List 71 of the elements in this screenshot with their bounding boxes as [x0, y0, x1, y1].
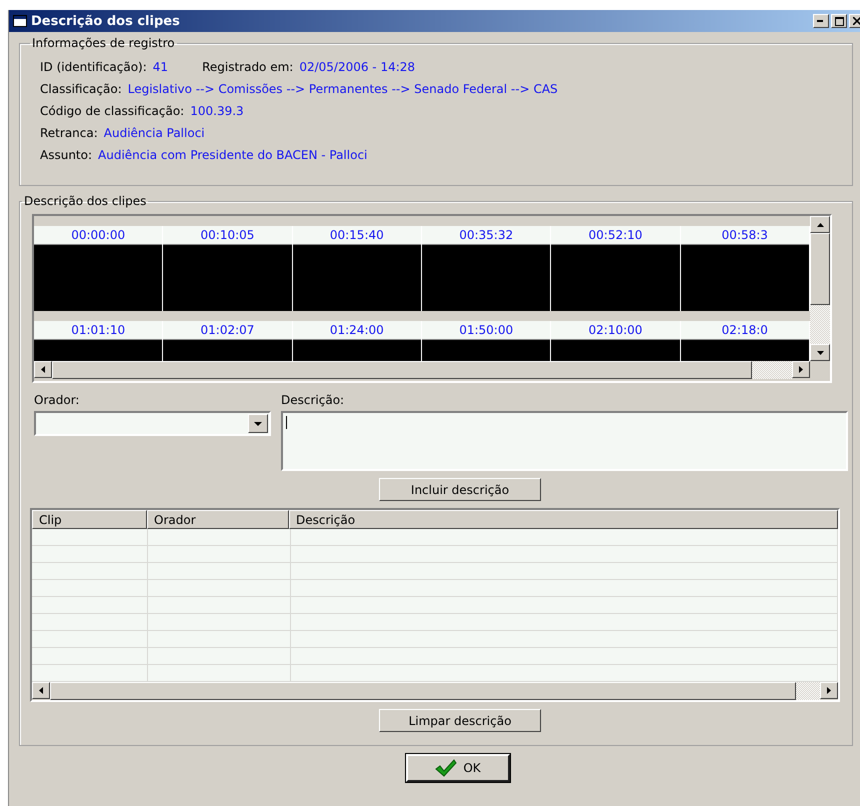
field-value: 100.39.3 [190, 104, 244, 118]
descricao-label: Descrição: [281, 393, 346, 407]
maximize-icon [834, 16, 844, 26]
clip-time: 00:58:3 [680, 226, 809, 245]
video-frame[interactable] [422, 340, 550, 361]
column-header[interactable]: Descrição [289, 510, 838, 529]
left-arrow-icon [41, 366, 45, 373]
orador-dropdown[interactable] [34, 411, 271, 436]
maximize-button[interactable] [831, 14, 847, 28]
clip-time: 01:50:00 [422, 321, 550, 340]
column-header[interactable]: Clip [32, 510, 147, 529]
video-frame[interactable] [34, 340, 162, 361]
video-frame[interactable] [163, 340, 292, 361]
dropdown-arrow-icon [254, 422, 262, 426]
field-value: Audiência Palloci [104, 126, 205, 140]
table-row[interactable] [32, 614, 838, 631]
clip-time: 01:01:10 [34, 321, 162, 340]
field-label: Classificação: [40, 82, 122, 96]
clip-time: 02:10:00 [551, 321, 680, 340]
close-icon [853, 17, 860, 25]
clip-time: 00:00:00 [34, 226, 162, 245]
descricao-field[interactable] [281, 411, 848, 471]
table-row[interactable] [32, 563, 838, 580]
minimize-button[interactable] [813, 14, 829, 28]
orador-label: Orador: [34, 393, 80, 407]
checkmark-icon [435, 759, 458, 777]
limpar-button[interactable]: Limpar descrição [379, 709, 541, 732]
table-row[interactable] [32, 580, 838, 597]
field-value: 41 [152, 60, 168, 74]
down-arrow-icon [816, 350, 824, 354]
clip-time: 01:24:00 [292, 321, 421, 340]
field-value: 02/05/2006 - 14:28 [299, 60, 416, 74]
video-frame[interactable] [34, 245, 162, 311]
table-row[interactable] [32, 648, 838, 665]
table-row[interactable] [32, 631, 838, 648]
up-arrow-icon [816, 222, 824, 226]
clip-time: 02:18:0 [680, 321, 809, 340]
clip-time: 00:35:32 [422, 226, 550, 245]
video-frame[interactable] [292, 340, 421, 361]
minimize-icon [817, 20, 825, 22]
clip-time: 00:15:40 [292, 226, 421, 245]
column-header[interactable]: Orador [147, 510, 289, 529]
field-value: Legislativo --> Comissões --> Permanentes --> Senado Federal --> CAS [128, 82, 558, 96]
video-frame[interactable] [422, 245, 550, 311]
incluir-button[interactable]: Incluir descrição [379, 478, 541, 501]
ok-button[interactable]: OK [406, 754, 510, 782]
scrollbar-thumb[interactable] [810, 233, 830, 305]
window-title: Descrição dos clipes [31, 14, 181, 28]
right-arrow-icon [799, 366, 803, 373]
field-value: Audiência com Presidente do BACEN - Palloci [98, 148, 368, 162]
video-frame[interactable] [551, 245, 680, 311]
vertical-scrollbar[interactable] [810, 216, 830, 361]
table-row[interactable] [32, 529, 838, 546]
field-label: Retranca: [40, 126, 98, 140]
group-title: Informações de registro [31, 36, 176, 50]
clip-time: 00:52:10 [551, 226, 680, 245]
video-frame[interactable] [163, 245, 292, 311]
field-label: Assunto: [40, 148, 92, 162]
field-label: Código de classificação: [40, 104, 184, 118]
table-row[interactable] [32, 597, 838, 614]
video-frame[interactable] [551, 340, 680, 361]
clip-time: 01:02:07 [163, 321, 292, 340]
window-icon [13, 15, 27, 27]
video-frame[interactable] [292, 245, 421, 311]
group-title: Descrição dos clipes [23, 194, 148, 208]
field-label: ID (identificação): [40, 60, 147, 74]
table-row[interactable] [32, 546, 838, 563]
field-label: Registrado em: [202, 60, 294, 74]
clip-time: 00:10:05 [163, 226, 292, 245]
right-arrow-icon [827, 687, 831, 694]
left-arrow-icon [39, 687, 43, 694]
